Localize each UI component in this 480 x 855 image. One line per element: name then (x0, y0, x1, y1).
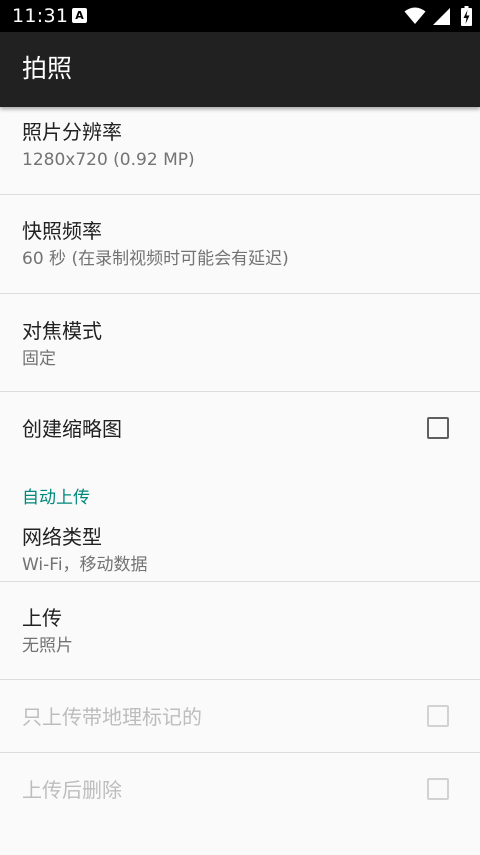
category-title: 自动上传 (22, 488, 90, 508)
pref-summary: 固定 (22, 349, 56, 369)
category-auto-upload: 自动上传 (0, 465, 480, 520)
delete-after-upload-checkbox (427, 778, 449, 800)
pref-photo-resolution[interactable]: 照片分辨率 1280x720 (0.92 MP) (0, 107, 480, 195)
page-title: 拍照 (22, 54, 73, 83)
pref-title: 上传后删除 (22, 778, 122, 802)
pref-summary: 60 秒 (在录制视频时可能会有延迟) (22, 249, 289, 269)
pref-title: 网络类型 (22, 525, 102, 549)
app-notification-icon: A (72, 8, 87, 23)
pref-snapshot-rate[interactable]: 快照频率 60 秒 (在录制视频时可能会有延迟) (0, 195, 480, 294)
pref-upload-geotagged-only: 只上传带地理标记的 (0, 680, 480, 753)
status-icons (400, 0, 480, 32)
pref-title: 快照频率 (22, 219, 102, 243)
pref-create-thumbnails[interactable]: 创建缩略图 (0, 392, 480, 465)
cell-signal-icon (433, 8, 450, 25)
pref-title: 照片分辨率 (22, 120, 122, 144)
battery-charging-icon (461, 6, 472, 26)
pref-summary: 1280x720 (0.92 MP) (22, 150, 195, 170)
wifi-icon (404, 7, 426, 24)
pref-summary: Wi-Fi，移动数据 (22, 555, 148, 575)
pref-title: 只上传带地理标记的 (22, 705, 202, 729)
pref-delete-after-upload: 上传后删除 (0, 753, 480, 826)
status-bar: 11:31 A (0, 0, 480, 32)
pref-network-type[interactable]: 网络类型 Wi-Fi，移动数据 (0, 520, 480, 582)
pref-title: 对焦模式 (22, 319, 102, 343)
thumbnails-checkbox[interactable] (427, 417, 449, 439)
app-bar: 拍照 (0, 32, 480, 107)
pref-focus-mode[interactable]: 对焦模式 固定 (0, 294, 480, 392)
status-time: 11:31 (12, 5, 69, 27)
geotagged-only-checkbox (427, 705, 449, 727)
preferences-list: 照片分辨率 1280x720 (0.92 MP) 快照频率 60 秒 (在录制视… (0, 107, 480, 826)
pref-upload[interactable]: 上传 无照片 (0, 582, 480, 680)
pref-title: 创建缩略图 (22, 417, 122, 441)
pref-summary: 无照片 (22, 636, 73, 656)
pref-title: 上传 (22, 606, 62, 630)
